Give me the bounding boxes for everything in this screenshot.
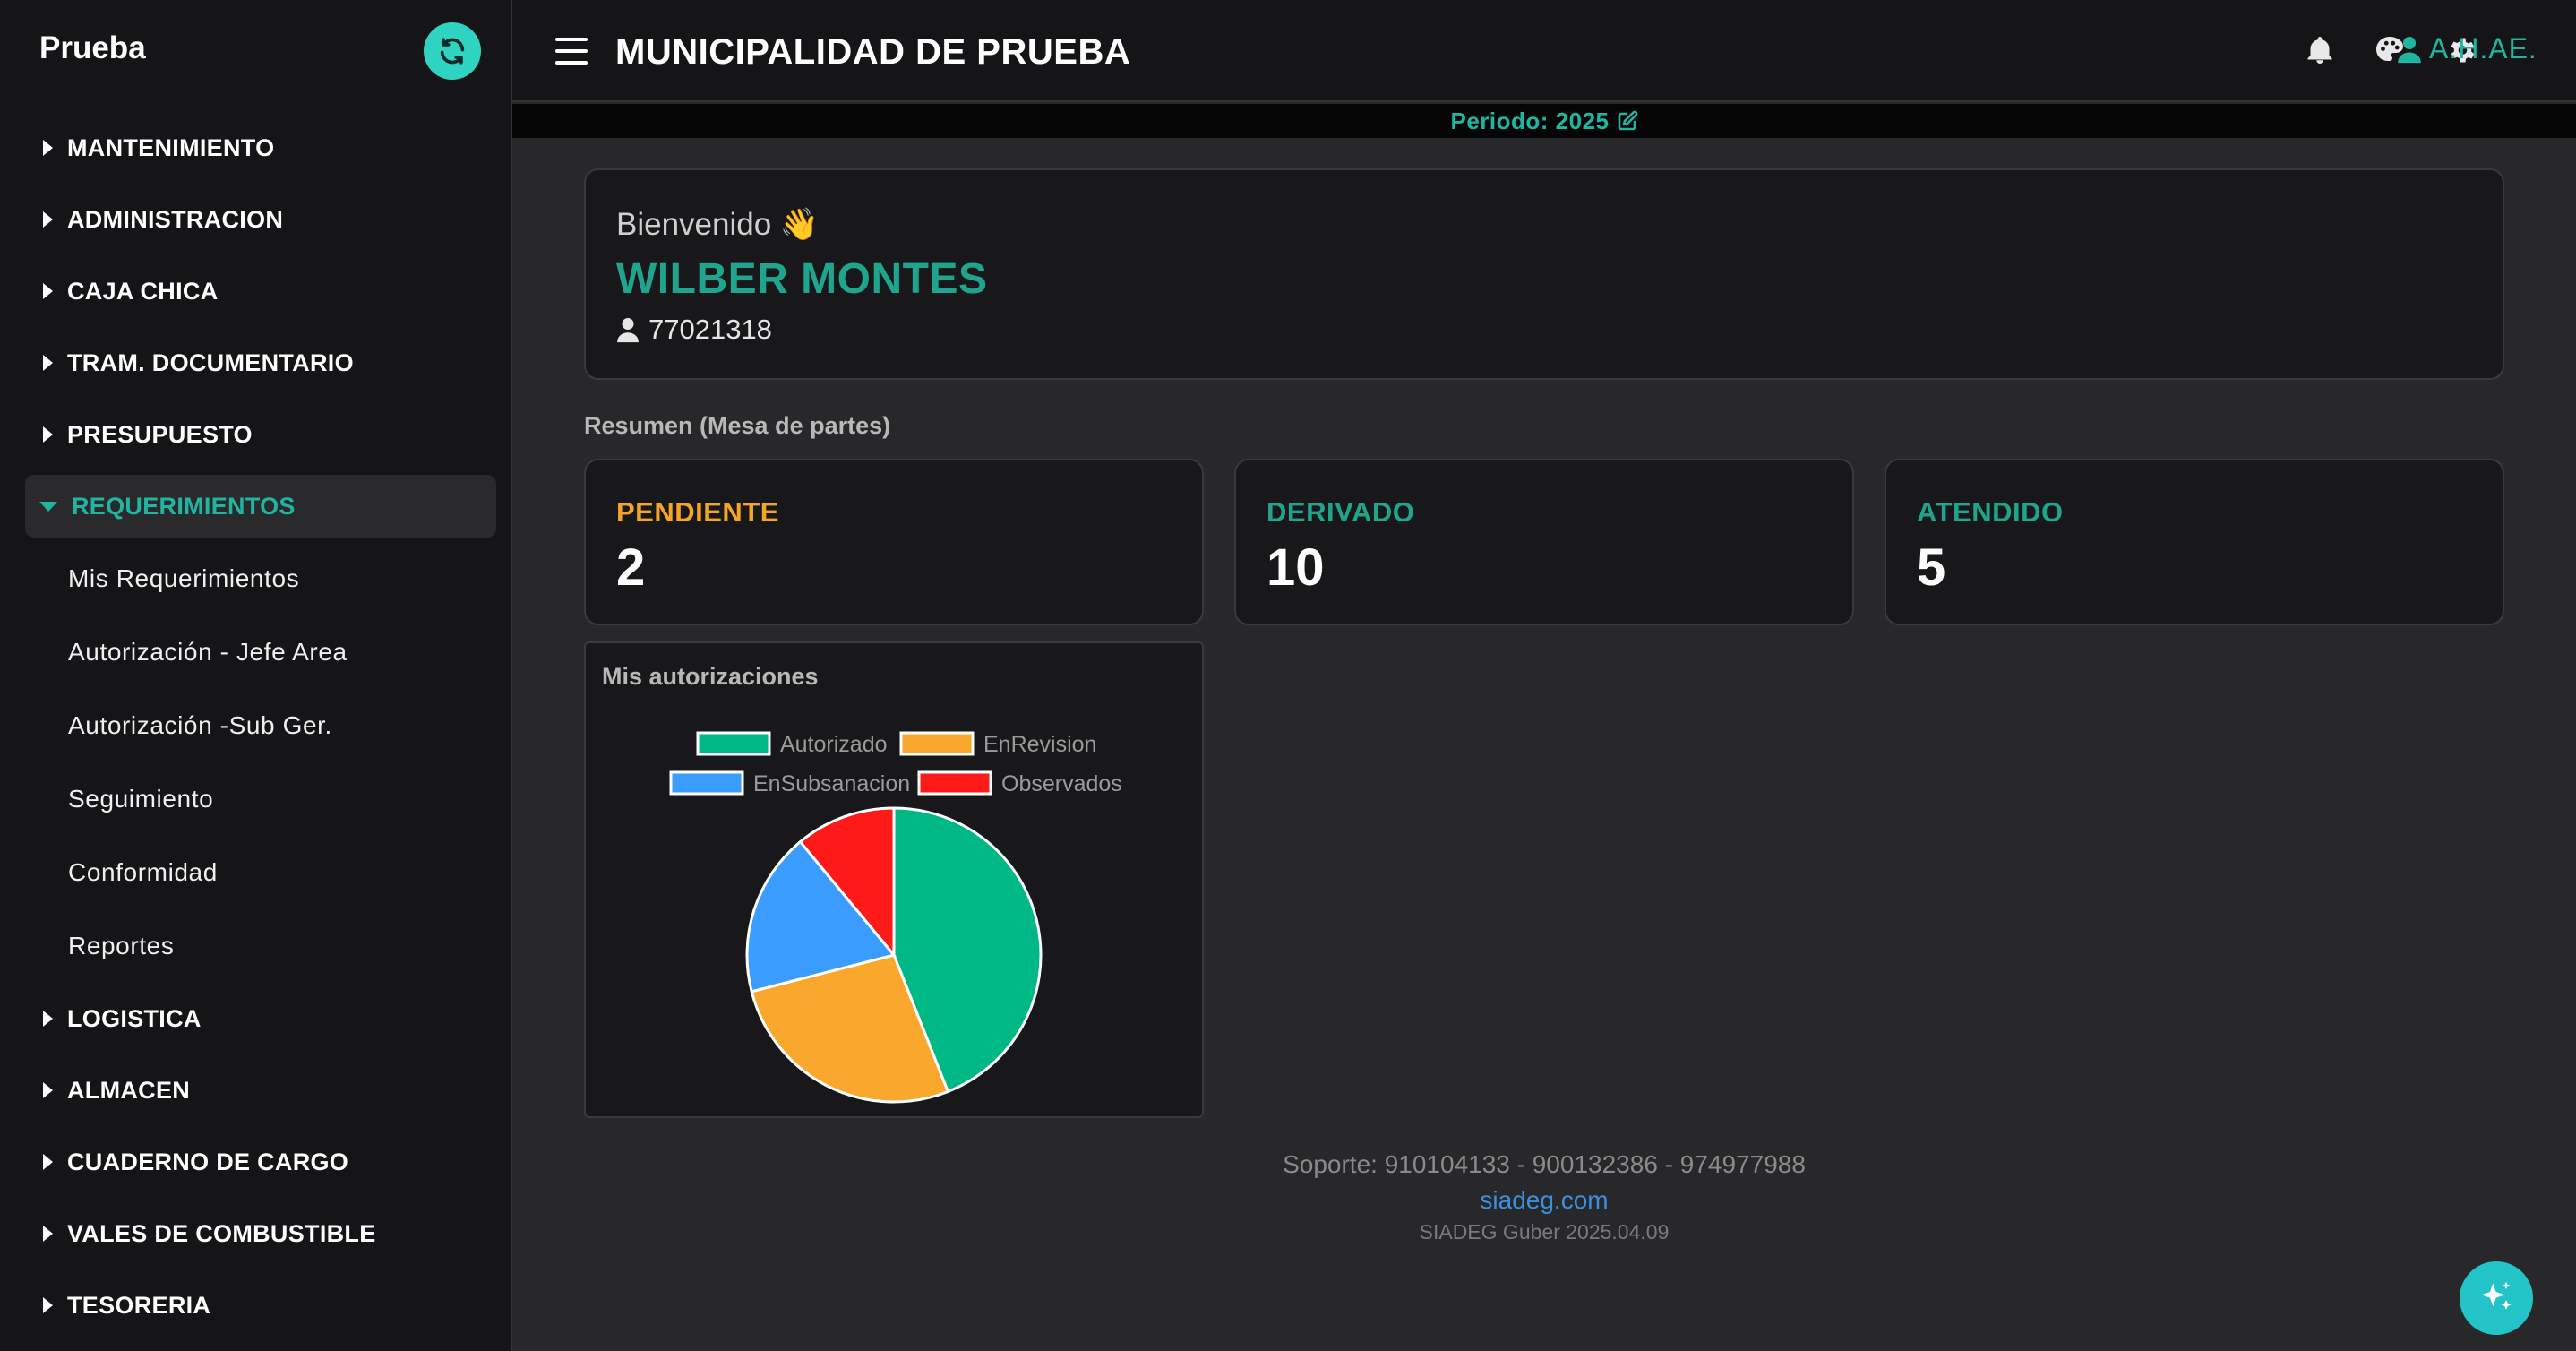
sidebar-subitem-conformidad[interactable]: Conformidad bbox=[0, 836, 512, 909]
sidebar-item-tram-documentario[interactable]: TRAM. DOCUMENTARIO bbox=[0, 327, 512, 399]
stat-card-pendiente: PENDIENTE 2 bbox=[584, 459, 1204, 625]
sidebar: Prueba MANTENIMIENTO ADMINISTRACION CAJA… bbox=[0, 0, 512, 1351]
brand-title: Prueba bbox=[39, 30, 146, 65]
user-dni: 77021318 bbox=[616, 314, 772, 346]
sidebar-item-presupuesto[interactable]: PRESUPUESTO bbox=[0, 399, 512, 470]
sidebar-subitem-reportes[interactable]: Reportes bbox=[0, 909, 512, 983]
welcome-greeting: Bienvenido 👋 bbox=[616, 207, 820, 242]
sidebar-item-label: CAJA CHICA bbox=[67, 277, 219, 305]
refresh-button[interactable] bbox=[424, 22, 481, 80]
caret-right-icon bbox=[43, 1154, 53, 1170]
welcome-card: Bienvenido 👋 WILBER MONTES 77021318 bbox=[584, 168, 2504, 380]
sidebar-item-label: VALES DE COMBUSTIBLE bbox=[67, 1219, 376, 1247]
period-bar[interactable]: Periodo: 2025 bbox=[512, 104, 2576, 138]
sidebar-item-cuaderno-de-cargo[interactable]: CUADERNO DE CARGO bbox=[0, 1126, 512, 1198]
caret-right-icon bbox=[43, 426, 53, 443]
sidebar-item-tesoreria[interactable]: TESORERIA bbox=[0, 1269, 512, 1341]
caret-down-icon bbox=[39, 501, 57, 512]
summary-title: Resumen (Mesa de partes) bbox=[584, 412, 891, 439]
sidebar-menu: MANTENIMIENTO ADMINISTRACION CAJA CHICA … bbox=[0, 112, 512, 1341]
legend-swatch-observados[interactable] bbox=[917, 770, 992, 796]
edit-icon[interactable] bbox=[1617, 110, 1638, 132]
version-label: SIADEG Guber 2025.04.09 bbox=[1419, 1220, 1670, 1243]
caret-right-icon bbox=[43, 211, 53, 228]
hamburger-menu-icon[interactable] bbox=[555, 38, 588, 65]
user-menu[interactable]: A.H.AE. bbox=[2397, 32, 2537, 65]
caret-right-icon bbox=[43, 1226, 53, 1242]
top-header: MUNICIPALIDAD DE PRUEBA A.H.AE. bbox=[512, 0, 2576, 102]
page-title: MUNICIPALIDAD DE PRUEBA bbox=[615, 32, 1131, 72]
sidebar-item-label: PRESUPUESTO bbox=[67, 420, 253, 448]
sparkle-icon bbox=[2481, 1281, 2512, 1310]
user-icon bbox=[617, 318, 639, 343]
legend-swatch-ensubsanacion[interactable] bbox=[669, 770, 744, 796]
stat-label: PENDIENTE bbox=[616, 496, 779, 528]
site-link: siadeg.com bbox=[512, 1186, 2576, 1215]
stat-label: DERIVADO bbox=[1267, 496, 1415, 528]
sidebar-item-label: ALMACEN bbox=[67, 1076, 191, 1104]
legend-label-enrevision: EnRevision bbox=[983, 732, 1096, 757]
sidebar-item-almacen[interactable]: ALMACEN bbox=[0, 1054, 512, 1126]
dni-value: 77021318 bbox=[648, 314, 772, 345]
caret-right-icon bbox=[43, 1082, 53, 1098]
legend-swatch-enrevision[interactable] bbox=[899, 731, 975, 756]
legend-swatch-autorizado[interactable] bbox=[696, 731, 771, 756]
sidebar-item-administracion[interactable]: ADMINISTRACION bbox=[0, 184, 512, 255]
site-link-text[interactable]: siadeg.com bbox=[1480, 1186, 1608, 1214]
chart-card-authorizations: Mis autorizaciones Autorizado EnRevision E… bbox=[584, 641, 1204, 1118]
support-phones: Soporte: 910104133 - 900132386 - 9749779… bbox=[1283, 1150, 1806, 1178]
user-icon bbox=[2398, 36, 2421, 63]
sidebar-item-label: ADMINISTRACION bbox=[67, 205, 284, 233]
sidebar-subitem-autorizacion-jefe-area[interactable]: Autorización - Jefe Area bbox=[0, 615, 512, 689]
refresh-icon bbox=[440, 38, 465, 65]
legend-label-autorizado: Autorizado bbox=[780, 732, 888, 757]
sidebar-item-label: MANTENIMIENTO bbox=[67, 133, 275, 161]
stat-value: 10 bbox=[1267, 538, 1325, 597]
sidebar-item-mantenimiento[interactable]: MANTENIMIENTO bbox=[0, 112, 512, 184]
user-initials: A.H.AE. bbox=[2429, 32, 2537, 65]
stat-card-derivado: DERIVADO 10 bbox=[1234, 459, 1854, 625]
caret-right-icon bbox=[43, 283, 53, 299]
stat-value: 2 bbox=[616, 538, 646, 597]
bell-icon[interactable] bbox=[2304, 34, 2336, 66]
caret-right-icon bbox=[43, 140, 53, 156]
caret-right-icon bbox=[43, 1297, 53, 1313]
sidebar-item-vales-de-combustible[interactable]: VALES DE COMBUSTIBLE bbox=[0, 1198, 512, 1269]
sidebar-item-label: REQUERIMIENTOS bbox=[72, 492, 296, 520]
caret-right-icon bbox=[43, 1011, 53, 1027]
sidebar-subitem-autorizacion-sub-ger[interactable]: Autorización -Sub Ger. bbox=[0, 689, 512, 762]
sidebar-item-label: TRAM. DOCUMENTARIO bbox=[67, 349, 354, 376]
sidebar-subitem-mis-requerimientos[interactable]: Mis Requerimientos bbox=[0, 542, 512, 615]
stat-value: 5 bbox=[1917, 538, 1946, 597]
sidebar-item-caja-chica[interactable]: CAJA CHICA bbox=[0, 255, 512, 327]
legend-label-observados: Observados bbox=[1001, 771, 1122, 796]
period-label: Periodo: 2025 bbox=[1450, 107, 1610, 134]
sidebar-item-label: LOGISTICA bbox=[67, 1004, 202, 1032]
sidebar-item-label: TESORERIA bbox=[67, 1291, 211, 1319]
sidebar-item-requerimientos[interactable]: REQUERIMIENTOS bbox=[25, 475, 496, 538]
user-full-name: WILBER MONTES bbox=[616, 255, 988, 303]
pie-chart: Autorizado EnRevision EnSubsanacion Observa… bbox=[669, 731, 1122, 1104]
stat-card-atendido: ATENDIDO 5 bbox=[1885, 459, 2504, 625]
sidebar-item-logistica[interactable]: LOGISTICA bbox=[0, 983, 512, 1054]
sidebar-subitem-seguimiento[interactable]: Seguimiento bbox=[0, 762, 512, 836]
stat-label: ATENDIDO bbox=[1917, 496, 2064, 528]
caret-right-icon bbox=[43, 355, 53, 371]
sidebar-item-label: CUADERNO DE CARGO bbox=[67, 1148, 349, 1175]
legend-label-ensubsanacion: EnSubsanacion bbox=[753, 771, 910, 796]
ai-assistant-button[interactable] bbox=[2460, 1261, 2533, 1335]
